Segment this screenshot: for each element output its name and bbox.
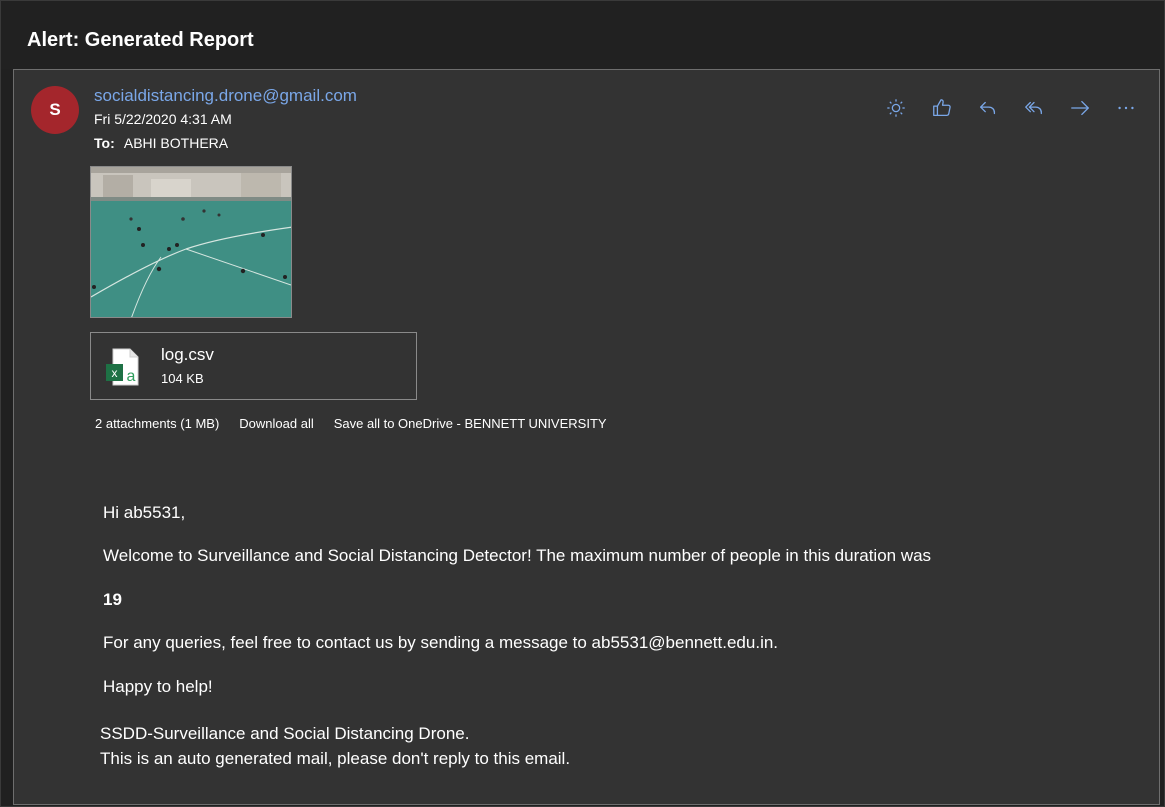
recipient-line: To: ABHI BOTHERA [94,135,228,151]
signature-line-2: This is an auto generated mail, please d… [100,749,571,768]
reply-all-icon[interactable] [1011,95,1057,121]
svg-text:a: a [127,368,136,385]
recipient-name[interactable]: ABHI BOTHERA [124,135,228,151]
like-icon[interactable] [919,95,965,121]
forward-icon[interactable] [1057,95,1103,121]
attachment-count: 2 attachments (1 MB) [95,416,220,431]
attachments-bar: 2 attachments (1 MB) Download all Save a… [95,416,607,431]
sender-email[interactable]: socialdistancing.drone@gmail.com [94,86,357,106]
welcome-text: Welcome to Surveillance and Social Dista… [103,546,932,565]
image-attachment-thumbnail[interactable] [90,166,292,318]
drone-photo [91,167,291,317]
signature-line-1: SSDD-Surveillance and Social Distancing … [100,724,470,743]
more-icon[interactable] [1103,95,1149,121]
sun-icon[interactable] [873,95,919,121]
to-label: To: [94,135,115,151]
sent-date: Fri 5/22/2020 4:31 AM [94,111,232,127]
mail-window: Alert: Generated Report S socialdistanci… [0,0,1165,807]
avatar-initial: S [49,100,61,119]
greeting-text: Hi ab5531, [103,503,186,522]
people-count: 19 [103,590,122,609]
svg-text:x: x [112,366,118,380]
email-subject: Alert: Generated Report [27,29,254,51]
reply-icon[interactable] [965,95,1011,121]
message-actions [873,95,1149,121]
avatar[interactable]: S [31,86,79,134]
attachment-file-size: 104 KB [161,371,204,386]
file-attachment-card[interactable]: x a log.csv 104 KB [90,332,417,400]
message-pane: S socialdistancing.drone@gmail.com Fri 5… [13,69,1160,805]
excel-icon: x a [106,348,139,386]
download-all-link[interactable]: Download all [239,416,313,431]
attachment-file-name: log.csv [161,345,214,364]
closing-text: Happy to help! [103,677,213,696]
save-all-onedrive-link[interactable]: Save all to OneDrive - BENNETT UNIVERSIT… [334,416,607,431]
subject-bar: Alert: Generated Report [1,1,1164,69]
contact-text: For any queries, feel free to contact us… [103,633,779,652]
